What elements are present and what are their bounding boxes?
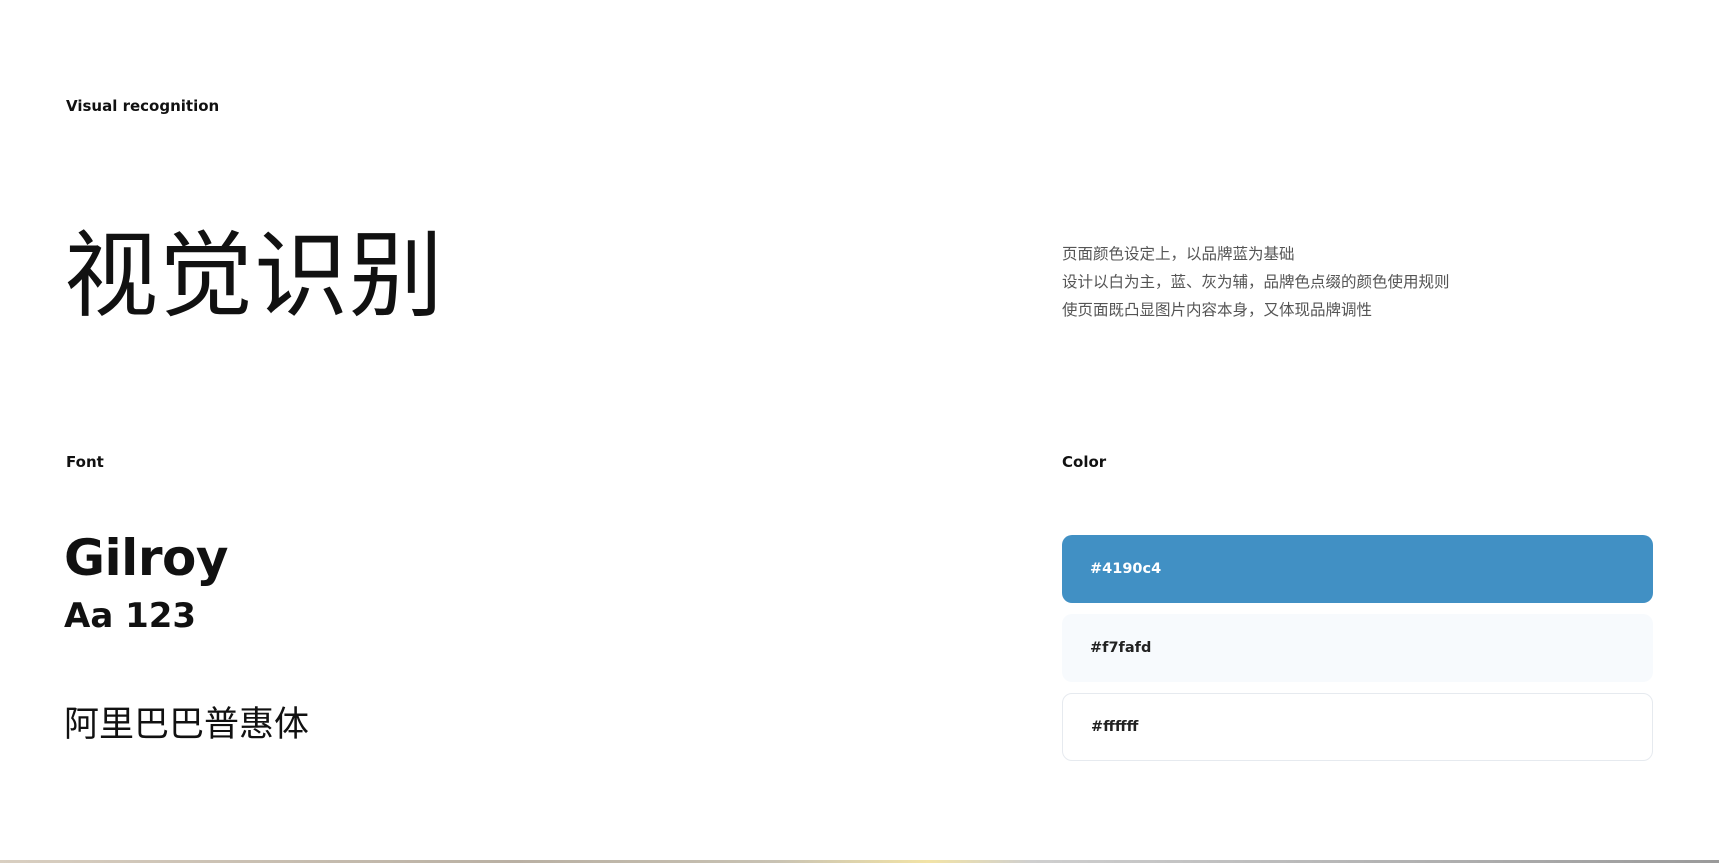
section-label-color: Color [1062, 453, 1107, 471]
hero-description-line: 使页面既凸显图片内容本身，又体现品牌调性 [1062, 301, 1373, 319]
font-name: Gilroy [64, 529, 228, 587]
hero-description: 页面颜色设定上，以品牌蓝为基础 设计以白为主，蓝、灰为辅，品牌色点缀的颜色使用规… [1062, 240, 1450, 324]
color-swatch-primary: #4190c4 [1062, 535, 1653, 603]
hero-description-line: 页面颜色设定上，以品牌蓝为基础 [1062, 245, 1295, 263]
color-swatch-light: #f7fafd [1062, 614, 1653, 682]
font-sample: Aa 123 [64, 596, 197, 636]
visual-recognition-page: Visual recognition 视觉识别 页面颜色设定上，以品牌蓝为基础 … [0, 0, 1719, 863]
chinese-font-name: 阿里巴巴普惠体 [64, 705, 310, 745]
section-label-font: Font [66, 453, 104, 471]
color-swatch-label: #4190c4 [1090, 561, 1162, 577]
color-swatch-white: #ffffff [1062, 693, 1653, 761]
color-swatch-label: #ffffff [1091, 719, 1139, 735]
color-swatch-label: #f7fafd [1090, 640, 1152, 656]
hero-title: 视觉识别 [64, 222, 445, 331]
hero-description-line: 设计以白为主，蓝、灰为辅，品牌色点缀的颜色使用规则 [1062, 273, 1450, 291]
section-label-visual-recognition: Visual recognition [66, 97, 220, 115]
